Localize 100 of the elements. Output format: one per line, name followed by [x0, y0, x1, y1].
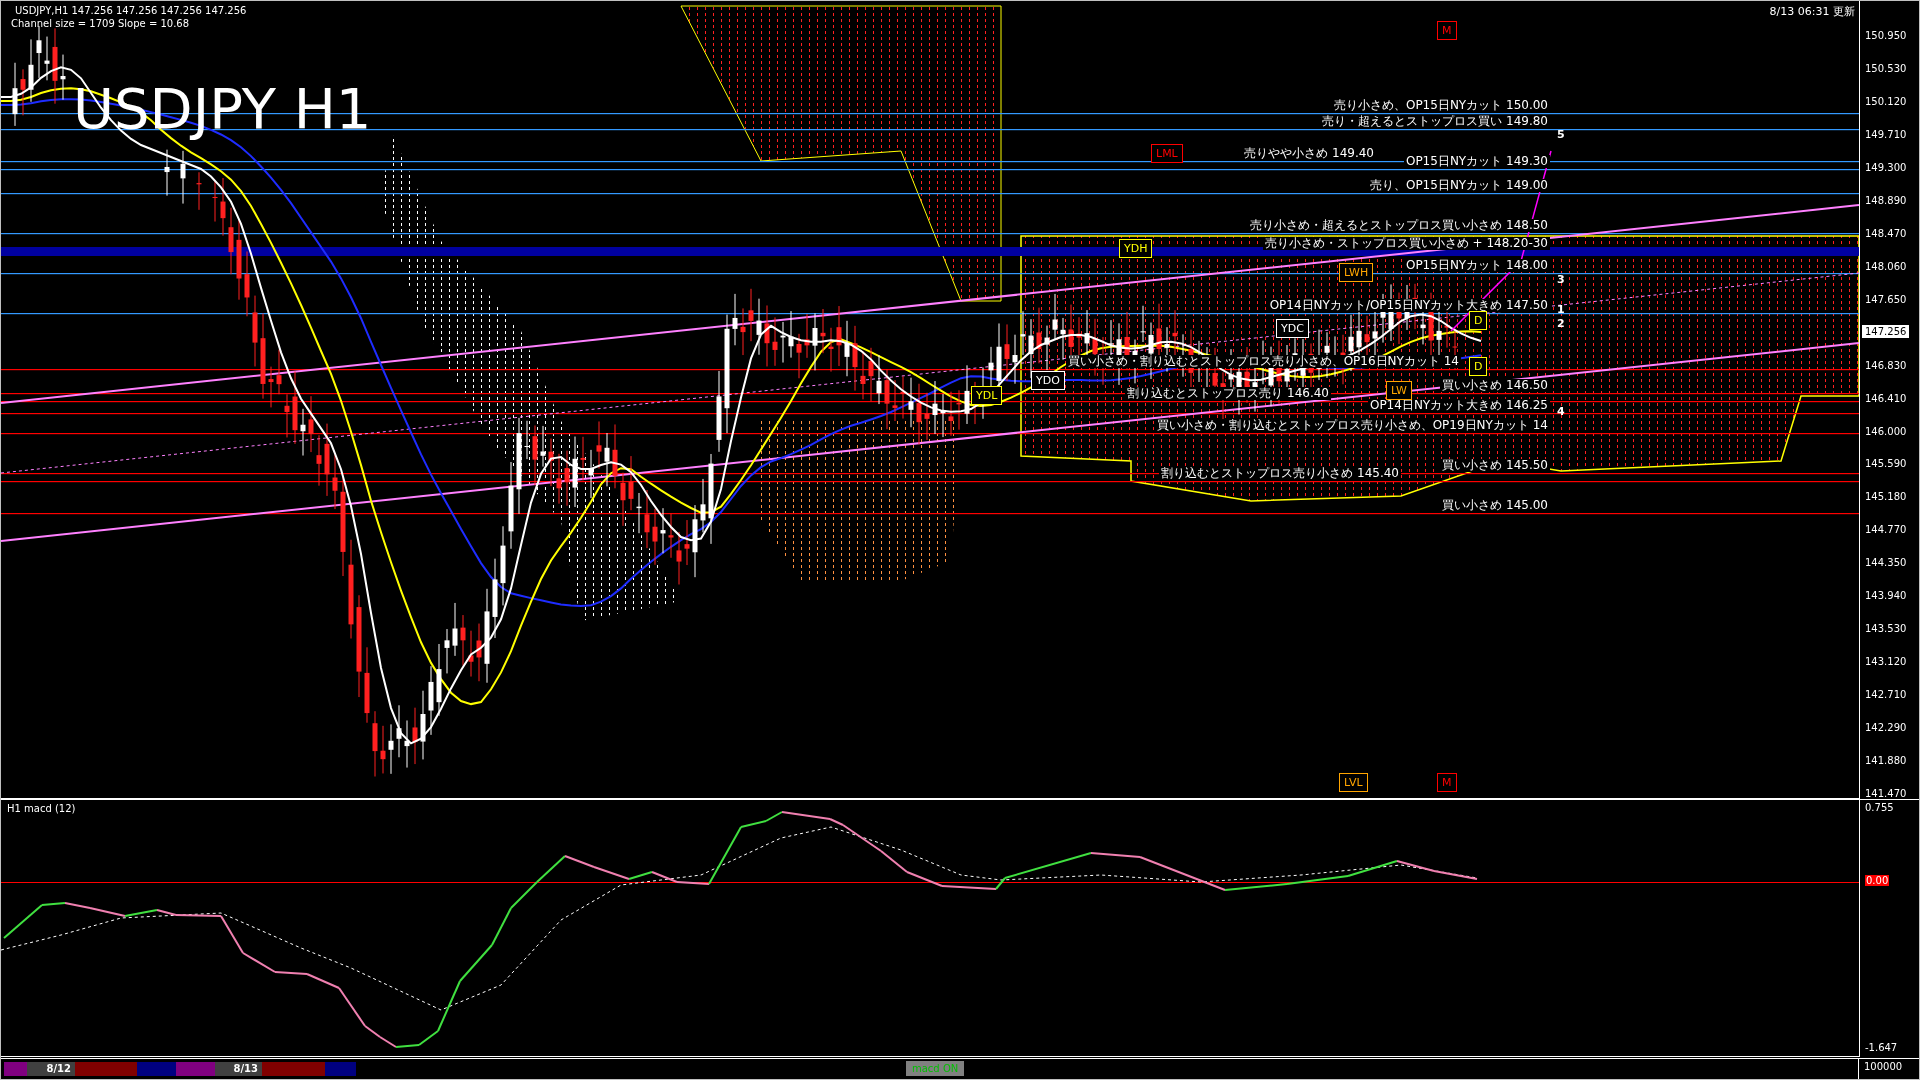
price-tick: 141.470: [1865, 788, 1907, 800]
session-segment: 8/13: [215, 1062, 262, 1076]
price-tick: 146.410: [1865, 392, 1907, 404]
candlestick: [252, 295, 258, 367]
candlestick: [476, 623, 482, 682]
candlestick: [1140, 305, 1146, 343]
candlestick: [196, 171, 202, 211]
candlestick: [748, 288, 754, 342]
price-tick: 145.180: [1865, 491, 1907, 503]
update-time-text: 8/13 06:31 更新: [1769, 4, 1855, 19]
candlestick: [20, 68, 26, 116]
candlestick: [932, 380, 938, 435]
level-label: 買い小さめ 145.50: [1440, 459, 1550, 472]
macd-toggle-button[interactable]: macd ON: [906, 1061, 965, 1076]
price-tick: 145.590: [1865, 458, 1907, 470]
level-label: 買い小さめ・割り込むとストップロス売り小さめ、OP19日NYカット 14: [1154, 419, 1550, 432]
candlestick: [412, 707, 418, 765]
level-tag: YDH: [1119, 239, 1153, 258]
candlestick: [28, 38, 34, 103]
level-label: 買い小さめ・割り込むとストップロス売り小さめ、OP16日NYカット 14: [1065, 355, 1461, 368]
candlestick: [300, 408, 306, 457]
candlestick: [740, 307, 746, 356]
candlestick: [380, 725, 386, 774]
candlestick: [460, 614, 466, 667]
level-tag: YDL: [971, 386, 1003, 405]
price-tick: 143.530: [1865, 623, 1907, 635]
price-tick: 149.300: [1865, 161, 1907, 173]
price-tick: 142.290: [1865, 722, 1907, 734]
candlestick: [860, 350, 866, 400]
candlestick: [660, 507, 666, 554]
candlestick: [420, 690, 426, 760]
candlestick: [948, 391, 954, 437]
candlestick: [828, 327, 834, 373]
candlestick: [308, 395, 314, 453]
macd-tick: 0.755: [1865, 802, 1894, 813]
candlestick: [764, 304, 770, 367]
level-tag: M: [1437, 773, 1457, 792]
candlestick: [820, 308, 826, 354]
price-tick: 147.650: [1865, 293, 1907, 305]
price-tick: 150.950: [1865, 30, 1907, 41]
price-tick: 146.830: [1865, 359, 1907, 371]
candlestick: [908, 377, 914, 428]
price-tick: 141.880: [1865, 755, 1907, 767]
candlestick: [1012, 334, 1018, 385]
level-label: 買い小さめ 145.00: [1440, 499, 1550, 512]
level-label: 売り・超えるとストップロス買い 149.80: [1320, 115, 1550, 128]
candlestick: [612, 423, 618, 489]
candlestick: [540, 425, 546, 468]
candlestick: [620, 472, 626, 527]
level-tag: LW: [1386, 381, 1412, 400]
price-tick: 144.770: [1865, 524, 1907, 536]
level-tag: YDC: [1276, 319, 1309, 338]
symbol-price-text: USDJPY,H1 147.256 147.256 147.256 147.256: [15, 5, 247, 16]
candlestick: [1044, 325, 1050, 371]
price-tick: 144.350: [1865, 557, 1907, 569]
level-label: 売りやや小さめ 149.40: [1242, 147, 1376, 160]
candlestick: [1020, 310, 1026, 356]
candlestick: [572, 436, 578, 508]
candlestick: [468, 630, 474, 678]
candlestick: [900, 375, 906, 420]
macd-tick: 0.00: [1865, 875, 1890, 886]
candlestick: [756, 298, 762, 356]
candlestick: [804, 313, 810, 359]
level-tag: YDO: [1031, 371, 1065, 390]
candlestick: [924, 392, 930, 441]
session-segment: 8/12: [27, 1062, 75, 1076]
candlestick: [700, 478, 706, 533]
candlestick: [788, 310, 794, 359]
candlestick: [1036, 307, 1042, 364]
candlestick: [316, 434, 322, 487]
candlestick: [940, 393, 946, 438]
candlestick: [44, 36, 50, 81]
level-tag: D: [1469, 357, 1488, 376]
candlestick: [548, 438, 554, 487]
candlestick: [1028, 318, 1034, 379]
candlestick: [684, 519, 690, 566]
price-tick: 148.890: [1865, 194, 1907, 206]
candlestick: [588, 449, 594, 499]
candlestick: [284, 393, 290, 438]
candlestick: [212, 181, 218, 223]
candlestick: [388, 723, 394, 775]
level-label: 売り小さめ・ストップロス買い小さめ + 148.20-30: [1262, 237, 1550, 250]
wave-number: 2: [1557, 317, 1565, 330]
candlestick: [732, 293, 738, 346]
level-label: OP15日NYカット 148.00: [1403, 259, 1550, 272]
level-tag: M: [1437, 21, 1457, 40]
price-tick: 149.710: [1865, 128, 1907, 140]
candlestick: [396, 704, 402, 758]
candlestick: [428, 665, 434, 736]
candlestick: [244, 250, 250, 317]
indicator-title: H1 macd (12): [7, 803, 76, 814]
candlestick: [12, 62, 18, 127]
candlestick: [564, 450, 570, 507]
candlestick: [876, 354, 882, 405]
candlestick: [644, 489, 650, 549]
candlestick: [1060, 317, 1066, 361]
candlestick: [1052, 293, 1058, 340]
price-tick: 143.120: [1865, 656, 1907, 668]
candlestick: [532, 424, 538, 486]
price-tick: 142.710: [1865, 689, 1907, 701]
